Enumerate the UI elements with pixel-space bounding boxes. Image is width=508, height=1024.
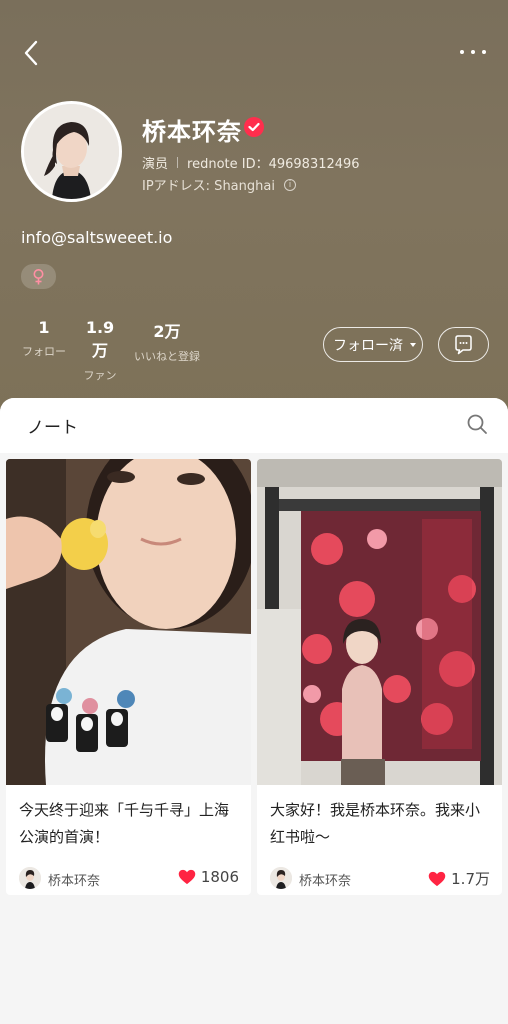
like-button[interactable]: 1.7万 <box>428 868 490 889</box>
stat-fans[interactable]: 1.9万 ファン <box>78 318 122 383</box>
stat-following-label: フォロー <box>22 345 66 358</box>
message-button[interactable] <box>438 327 489 362</box>
caret-down-icon <box>410 343 416 347</box>
stat-likes-value: 2万 <box>153 322 181 341</box>
search-button[interactable] <box>466 413 488 435</box>
profile-header-background <box>0 0 508 420</box>
notes-section: ノート 今天终于迎来「千与千寻」上海公演的首演！ 桥本环奈 1806 大家好！我… <box>0 398 508 1024</box>
stat-fans-label: ファン <box>83 369 117 382</box>
note-card[interactable]: 大家好！我是桥本环奈。我来小红书啦～ 桥本环奈 1.7万 <box>257 459 502 895</box>
info-icon[interactable]: i <box>283 178 296 191</box>
note-footer: 桥本环奈 1.7万 <box>257 865 502 895</box>
profile-role: 演员 <box>142 157 169 172</box>
author-avatar[interactable] <box>270 867 292 889</box>
profile-name: 桥本环奈 <box>142 118 242 146</box>
author-avatar[interactable] <box>19 867 41 889</box>
heart-icon <box>428 871 446 886</box>
note-cover-image[interactable] <box>257 459 502 785</box>
search-icon <box>467 414 487 434</box>
selfie-photo-icon <box>6 459 251 785</box>
author-name[interactable]: 桥本环奈 <box>299 870 351 889</box>
note-card[interactable]: 今天终于迎来「千与千寻」上海公演的首演！ 桥本环奈 1806 <box>6 459 251 895</box>
author-name[interactable]: 桥本环奈 <box>48 870 100 889</box>
profile-bio-email: info@saltsweeet.io <box>21 228 173 247</box>
chevron-left-icon <box>24 40 38 66</box>
verified-badge-icon <box>244 117 264 137</box>
following-button[interactable]: フォロー済 <box>323 327 423 362</box>
tab-bar: ノート <box>0 398 508 453</box>
stat-fans-value: 1.9万 <box>85 318 115 360</box>
profile-avatar[interactable] <box>21 101 122 202</box>
profile-rednote-id[interactable]: rednote ID：49698312496 <box>187 153 360 172</box>
stat-following[interactable]: 1 フォロー <box>21 318 67 359</box>
avatar-icon <box>19 867 41 889</box>
note-cover-image[interactable] <box>6 459 251 785</box>
avatar-icon <box>270 867 292 889</box>
note-footer: 桥本环奈 1806 <box>6 865 251 895</box>
like-button[interactable]: 1806 <box>178 868 239 886</box>
stat-likes[interactable]: 2万 いいねと登録 <box>131 318 203 364</box>
stat-likes-label: いいねと登録 <box>134 350 200 363</box>
profile-ip-location: IPアドレス: Shanghai i <box>142 175 296 194</box>
profile-meta: 演员 rednote ID：49698312496 <box>142 153 360 172</box>
like-count: 1.7万 <box>451 870 490 888</box>
more-options-button[interactable] <box>458 44 488 60</box>
chat-bubble-icon <box>455 335 472 355</box>
following-button-label: フォロー済 <box>333 337 403 354</box>
heart-icon <box>178 869 196 885</box>
divider <box>177 157 179 168</box>
female-icon <box>33 269 44 285</box>
note-title[interactable]: 今天终于迎来「千与千寻」上海公演的首演！ <box>6 785 251 865</box>
avatar-portrait-icon <box>24 104 119 199</box>
note-title[interactable]: 大家好！我是桥本环奈。我来小红书啦～ <box>257 785 502 865</box>
tab-notes[interactable]: ノート <box>27 413 78 438</box>
back-button[interactable] <box>20 38 44 68</box>
stat-following-value: 1 <box>38 318 50 337</box>
like-count: 1806 <box>200 868 239 886</box>
curtain-photo-icon <box>257 459 502 785</box>
gender-tag <box>21 264 56 289</box>
ip-text: IPアドレス: Shanghai <box>142 179 275 194</box>
